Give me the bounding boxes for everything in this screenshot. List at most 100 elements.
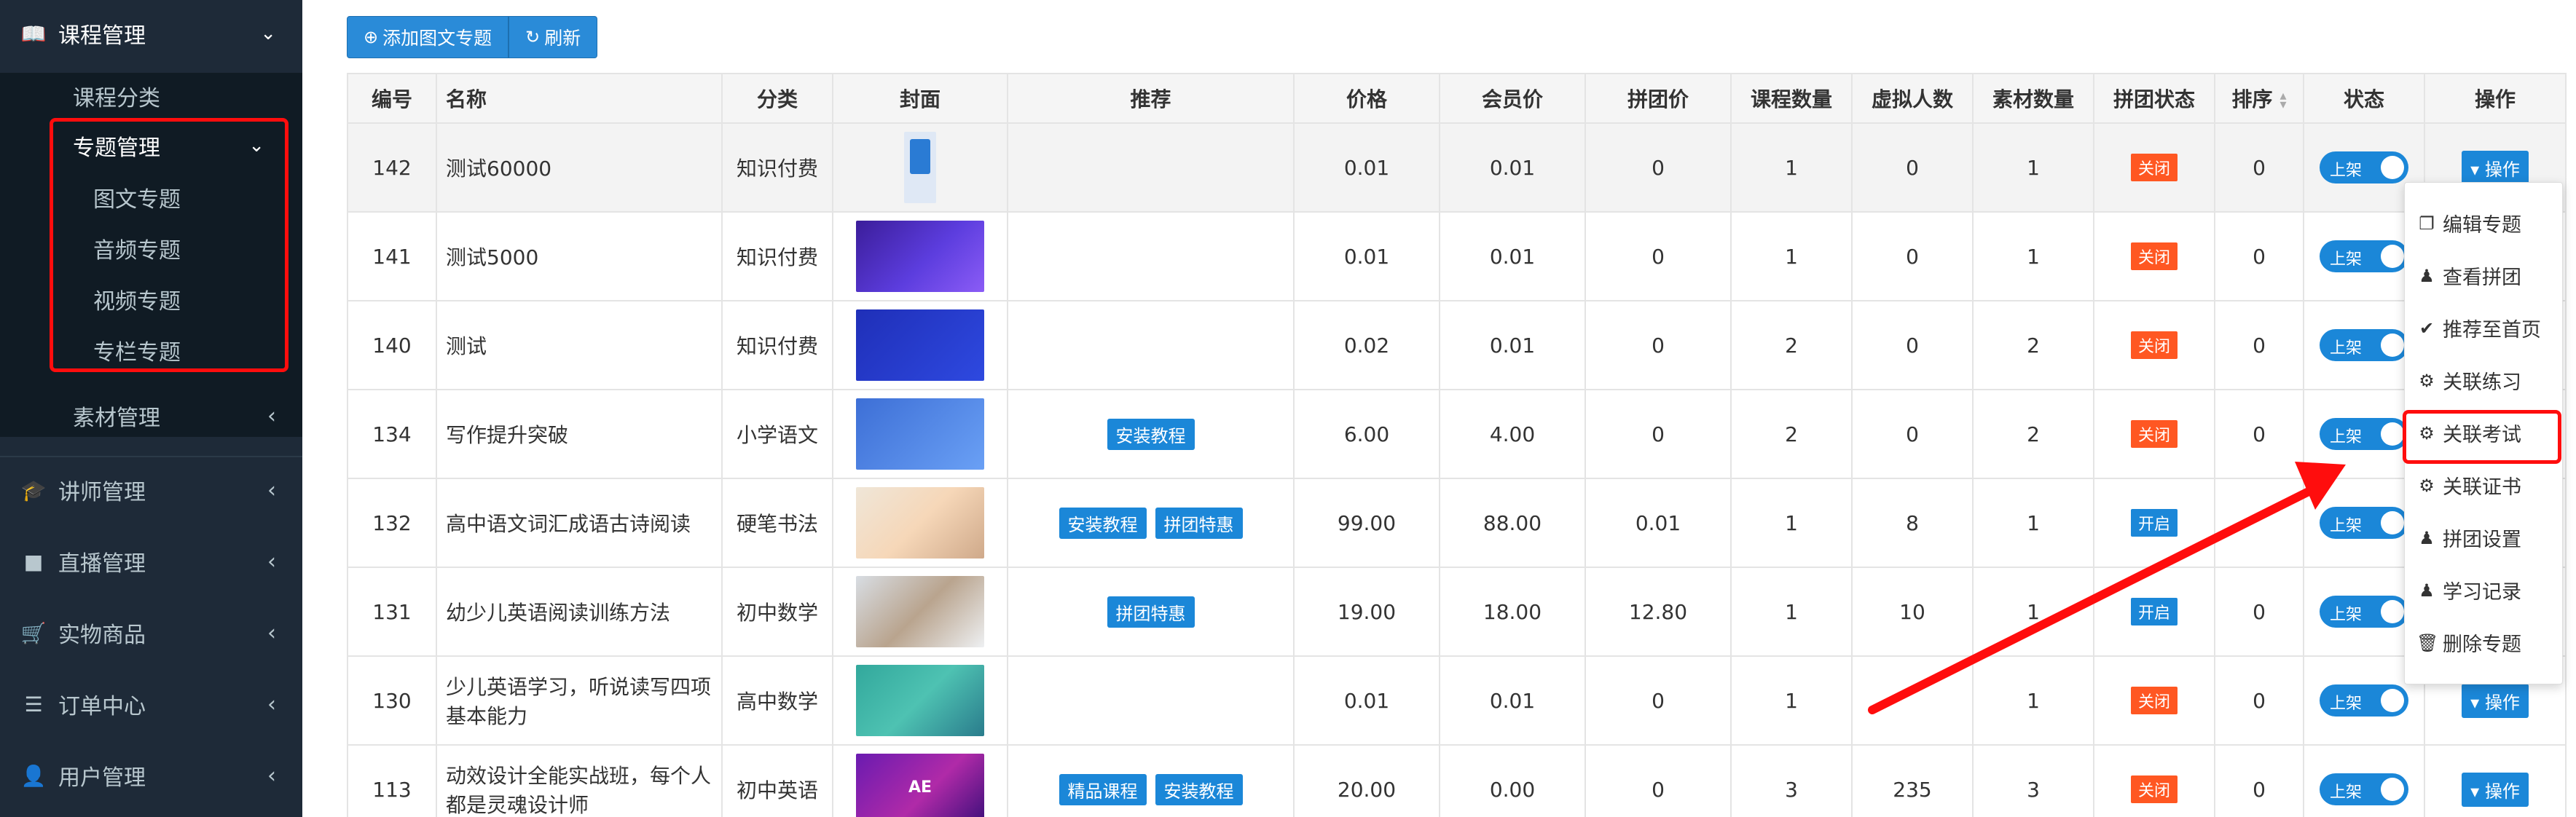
col-header-actions: 操作 bbox=[2424, 73, 2567, 124]
copy-icon: ❐ bbox=[2419, 213, 2435, 234]
col-header-sort[interactable]: 排序 ▴ ▾ bbox=[2214, 73, 2304, 124]
caret-down-icon: ▾ bbox=[2470, 692, 2480, 713]
sidebar-item-live-mgmt[interactable]: ■ 直播管理 ‹ bbox=[0, 541, 302, 582]
status-toggle[interactable]: 上架 bbox=[2320, 329, 2408, 361]
group-status-badge: 关闭 bbox=[2130, 331, 2178, 359]
sidebar-item-users[interactable]: 👤 用户管理 ‹ bbox=[0, 755, 302, 796]
toggle-knob bbox=[2381, 245, 2404, 268]
person-icon: ♟ bbox=[2419, 265, 2435, 286]
menu-item-delete-topic[interactable]: 🗑 删除专题 bbox=[2416, 628, 2521, 657]
col-header-course-count: 课程数量 bbox=[1730, 73, 1853, 124]
sidebar-item-course-category[interactable]: 课程分类 bbox=[0, 76, 302, 117]
toggle-knob bbox=[2381, 511, 2404, 534]
chevron-left-icon: ‹ bbox=[267, 691, 276, 717]
chevron-left-icon: ‹ bbox=[267, 477, 276, 503]
cover-image[interactable] bbox=[856, 576, 984, 647]
cover-image[interactable] bbox=[856, 398, 984, 470]
col-header-status: 状态 bbox=[2303, 73, 2425, 124]
col-header-price: 价格 bbox=[1293, 73, 1440, 124]
table-row: 132 高中语文词汇成语古诗阅读 硬笔书法 安装教程 拼团特惠 99.00 88.… bbox=[347, 478, 2567, 568]
gear-icon: ⚙ bbox=[2419, 475, 2435, 496]
recommend-tag: 安装教程 bbox=[1107, 418, 1195, 450]
sidebar-item-orders[interactable]: ☰ 订单中心 ‹ bbox=[0, 684, 302, 725]
cover-image[interactable] bbox=[856, 309, 984, 381]
status-toggle[interactable]: 上架 bbox=[2320, 684, 2408, 717]
toggle-knob bbox=[2381, 600, 2404, 623]
table-header-row: 编号 名称 分类 封面 推荐 价格 会员价 拼团价 课程数量 虚拟人数 素材数量… bbox=[347, 73, 2567, 124]
group-status-badge: 开启 bbox=[2130, 509, 2178, 537]
recommend-tag: 拼团特惠 bbox=[1107, 596, 1195, 628]
sidebar-item-goods[interactable]: 🛒 实物商品 ‹ bbox=[0, 612, 302, 653]
status-toggle[interactable]: 上架 bbox=[2320, 507, 2408, 539]
toggle-knob bbox=[2381, 156, 2404, 179]
table-row: 141 测试5000 知识付费 0.01 0.01 0 1 0 1 关闭 0 上… bbox=[347, 211, 2567, 301]
toggle-knob bbox=[2381, 778, 2404, 801]
add-topic-button[interactable]: ⊕ 添加图文专题 bbox=[347, 16, 509, 58]
status-toggle[interactable]: 上架 bbox=[2320, 418, 2408, 450]
sidebar-item-lecturer-mgmt[interactable]: 🎓 讲师管理 ‹ bbox=[0, 470, 302, 510]
table-row: 131 幼少儿英语阅读训练方法 初中数学 拼团特惠 19.00 18.00 12… bbox=[347, 567, 2567, 657]
recommend-tags: 安装教程 bbox=[1007, 389, 1295, 479]
plus-circle-icon: ⊕ bbox=[364, 27, 379, 47]
recommend-tags bbox=[1007, 122, 1295, 213]
link-exam-highlight-box bbox=[2403, 410, 2561, 464]
menu-item-recommend-home[interactable]: ✔ 推荐至首页 bbox=[2416, 314, 2541, 342]
recommend-tag: 拼团特惠 bbox=[1155, 507, 1243, 539]
menu-item-link-exercise[interactable]: ⚙ 关联练习 bbox=[2416, 366, 2521, 395]
check-circle-icon: ✔ bbox=[2419, 317, 2435, 339]
col-header-group-status: 拼团状态 bbox=[2093, 73, 2215, 124]
sidebar-item-material-mgmt[interactable]: 素材管理 ‹ bbox=[0, 395, 302, 436]
recommend-tag: 精品课程 bbox=[1059, 773, 1147, 805]
status-toggle[interactable]: 上架 bbox=[2320, 773, 2408, 805]
recommend-tags bbox=[1007, 655, 1295, 746]
menu-item-study-records[interactable]: ♟ 学习记录 bbox=[2416, 576, 2521, 604]
status-toggle[interactable]: 上架 bbox=[2320, 596, 2408, 628]
group-status-badge: 关闭 bbox=[2130, 420, 2178, 448]
menu-item-edit-topic[interactable]: ❐ 编辑专题 bbox=[2416, 209, 2521, 237]
graduation-cap-icon: 🎓 bbox=[20, 478, 47, 502]
table-row: 142 测试60000 知识付费 0.01 0.01 0 1 0 1 关闭 0 … bbox=[347, 122, 2567, 213]
table-row: 130 少儿英语学习，听说读写四项基本能力 高中数学 0.01 0.01 0 1… bbox=[347, 655, 2567, 746]
actions-dropdown-button[interactable]: ▾ 操作 bbox=[2462, 150, 2529, 185]
col-header-recommend: 推荐 bbox=[1007, 73, 1295, 124]
actions-dropdown-button[interactable]: ▾ 操作 bbox=[2462, 683, 2529, 718]
cover-image[interactable]: AE bbox=[856, 754, 984, 817]
caret-down-icon: ▾ bbox=[2470, 159, 2480, 180]
toggle-knob bbox=[2381, 422, 2404, 446]
refresh-icon: ↻ bbox=[525, 27, 541, 47]
col-header-id: 编号 bbox=[347, 73, 437, 124]
col-header-vip-price: 会员价 bbox=[1439, 73, 1586, 124]
col-header-cover: 封面 bbox=[832, 73, 1008, 124]
sidebar-divider bbox=[0, 456, 302, 457]
cover-image[interactable] bbox=[856, 487, 984, 559]
user-icon: 👤 bbox=[20, 763, 47, 788]
toggle-knob bbox=[2381, 689, 2404, 712]
col-header-name: 名称 bbox=[436, 73, 723, 124]
refresh-button[interactable]: ↻ 刷新 bbox=[508, 16, 598, 58]
sidebar-item-course-mgmt[interactable]: 📖 课程管理 ⌄ bbox=[0, 13, 302, 54]
group-status-badge: 关闭 bbox=[2130, 775, 2178, 803]
status-toggle[interactable]: 上架 bbox=[2320, 240, 2408, 272]
group-status-badge: 关闭 bbox=[2130, 687, 2178, 714]
status-toggle[interactable]: 上架 bbox=[2320, 151, 2408, 183]
group-status-badge: 关闭 bbox=[2130, 242, 2178, 270]
cover-image[interactable] bbox=[904, 132, 936, 203]
menu-item-view-group[interactable]: ♟ 查看拼团 bbox=[2416, 261, 2521, 290]
list-icon: ☰ bbox=[24, 692, 43, 717]
toolbar: ⊕ 添加图文专题 ↻ 刷新 bbox=[347, 16, 598, 58]
recommend-tag: 安装教程 bbox=[1059, 507, 1147, 539]
col-header-group-price: 拼团价 bbox=[1585, 73, 1732, 124]
book-icon: 📖 bbox=[20, 21, 47, 46]
sort-icon: ▴ ▾ bbox=[2279, 88, 2287, 112]
col-header-material-count: 素材数量 bbox=[1972, 73, 2094, 124]
cover-image[interactable] bbox=[856, 665, 984, 736]
menu-item-group-settings[interactable]: ♟ 拼团设置 bbox=[2416, 524, 2521, 552]
table-row: 134 写作提升突破 小学语文 安装教程 6.00 4.00 0 2 0 2 关… bbox=[347, 389, 2567, 479]
group-status-badge: 关闭 bbox=[2130, 154, 2178, 181]
actions-dropdown-button[interactable]: ▾ 操作 bbox=[2462, 772, 2529, 807]
menu-item-link-certificate[interactable]: ⚙ 关联证书 bbox=[2416, 471, 2521, 500]
group-status-badge: 开启 bbox=[2130, 598, 2178, 625]
chevron-down-icon: ⌄ bbox=[260, 23, 276, 44]
cover-image[interactable] bbox=[856, 221, 984, 292]
trash-icon: 🗑 bbox=[2416, 632, 2439, 653]
